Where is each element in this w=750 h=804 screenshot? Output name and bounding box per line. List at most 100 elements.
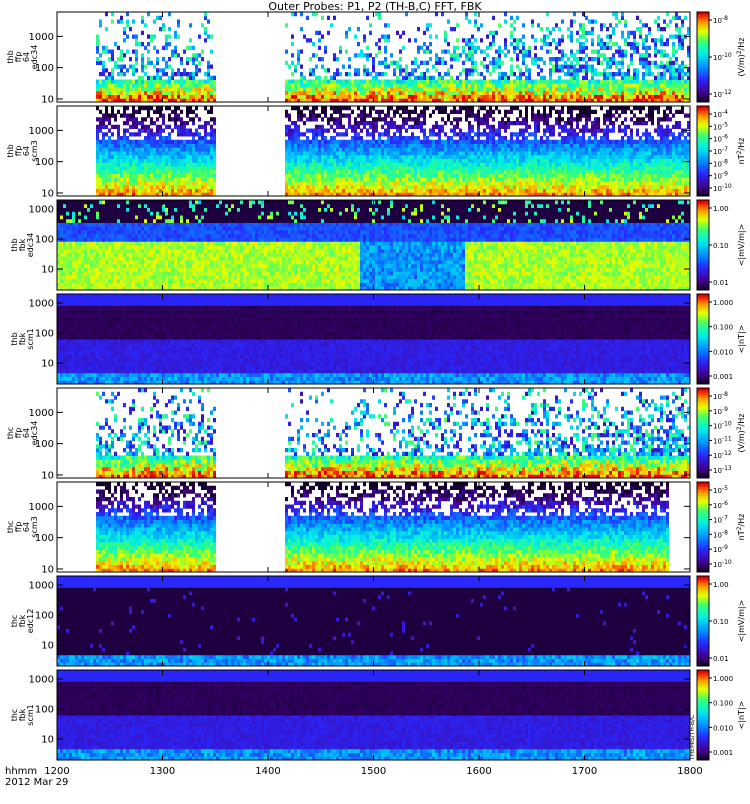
y-axis-label: thbfbkscm1 (10, 328, 35, 349)
y-tick-label: 100 (35, 611, 54, 622)
colorbar-unit-label: <|nT|> (737, 701, 746, 730)
spectrogram-image (57, 670, 690, 761)
y-axis-label: thbfbkedc34 (10, 233, 35, 258)
y-axis-label-line: edc34 (26, 233, 35, 258)
y-axis-label-line: edc34 (30, 45, 39, 70)
colorbar-unit-label: nT2/Hz (736, 514, 746, 541)
x-tick-label: 1800 (677, 766, 702, 777)
spectrogram-image (96, 106, 690, 197)
y-axis-label: thcffp64scm3 (6, 516, 39, 537)
y-tick-label: 1000 (29, 299, 54, 310)
colorbar: 1.00 0.10 0.01 (697, 576, 729, 667)
spectrogram-image (57, 294, 690, 385)
colorbar-tick-label: 10-8 (713, 158, 728, 168)
y-tick-label: 10 (41, 265, 54, 276)
x-axis-label-date: 2012 Mar 29 (5, 777, 68, 788)
y-tick-label: 1000 (29, 32, 54, 43)
y-axis-label-line: scm3 (30, 140, 39, 161)
colorbar-tick-label: 1.00 (713, 581, 729, 589)
colorbar-tick-label: 10-9 (713, 406, 728, 416)
spectrogram-image (57, 576, 690, 667)
y-axis-label: thcffp64edc34 (6, 421, 39, 446)
x-tick-label: 1700 (572, 766, 597, 777)
y-tick-label: 10 (41, 470, 54, 481)
colorbar-tick-label: 10-12 (713, 89, 732, 99)
y-tick-label: 1000 (29, 675, 54, 686)
colorbar-unit-label: nT2/Hz (736, 138, 746, 165)
colorbar-tick-label: 0.100 (713, 324, 733, 332)
colorbar-unit-label: <|mV/m|> (737, 224, 746, 267)
colorbar-unit-label: (V/m)2/Hz (736, 38, 746, 77)
colorbar-unit-text: (V/m)2/Hz (736, 38, 746, 77)
y-tick-label: 1000 (29, 126, 54, 137)
watermark-text: THEMIS/TH-B/C (689, 715, 696, 761)
y-axis-label-line: scm3 (30, 516, 39, 537)
colorbar-tick-label: 1.00 (713, 205, 729, 213)
panel-thc-fbk-scm1: 101001000thcfbkscm11.0000.1000.0100.001<… (10, 670, 746, 761)
y-tick-label: 10 (41, 564, 54, 575)
panel-thb-fbk-scm1: 101001000thbfbkscm11.0000.1000.0100.001<… (10, 294, 746, 385)
colorbar-tick-label: 10-8 (713, 529, 728, 539)
panel-thc-ffp-64-edc34: 101001000thcffp64edc3410-810-910-1010-11… (6, 388, 746, 481)
colorbar-tick-label: 0.010 (713, 348, 733, 356)
colorbar-tick-label: 10-10 (713, 183, 732, 193)
panels-layer: 101001000thbffp64edc3410-810-1010-12(V/m… (6, 12, 746, 761)
colorbar-tick-label: 10-4 (713, 109, 728, 119)
colorbar-unit-text: <|nT|> (737, 325, 746, 354)
spectrogram-image (96, 388, 690, 479)
colorbar-tick-label: 0.01 (713, 655, 729, 663)
colorbar-tick-label: 10-8 (713, 391, 728, 401)
panel-thb-ffp-64-scm3: 101001000thbffp64scm310-410-510-610-710-… (6, 106, 746, 199)
panel-thc-ffp-64-scm3: 101001000thcffp64scm310-510-610-710-810-… (6, 482, 746, 575)
y-axis-label: thbffp64scm3 (6, 140, 39, 161)
colorbar-tick-label: 10-11 (713, 435, 732, 445)
colorbar-tick-label: 10-5 (713, 121, 728, 131)
colorbar-tick-label: 0.10 (713, 618, 729, 626)
y-tick-label: 1000 (29, 502, 54, 513)
x-axis-label-unit: hhmm (5, 766, 37, 777)
y-tick-label: 1000 (29, 581, 54, 592)
colorbar-tick-label: 10-8 (713, 15, 728, 25)
colorbar: 10-510-610-710-810-910-10 (697, 482, 732, 573)
y-tick-label: 10 (41, 735, 54, 746)
colorbar-tick-label: 1.000 (713, 675, 733, 683)
x-tick-label: 1200 (44, 766, 69, 777)
x-tick-label: 1400 (255, 766, 280, 777)
y-tick-label: 1000 (29, 205, 54, 216)
colorbar-unit-label: <|mV/m|> (737, 600, 746, 643)
figure-title: Outer Probes: P1, P2 (TH-B,C) FFT, FBK (268, 0, 482, 13)
spectrogram-image (96, 482, 669, 573)
colorbar-unit-text: <|mV/m|> (737, 600, 746, 643)
y-tick-label: 10 (41, 641, 54, 652)
colorbar-tick-label: 10-7 (713, 515, 728, 525)
colorbar-tick-label: 1.000 (713, 299, 733, 307)
colorbar: 1.000 0.100 0.010 0.001 (697, 294, 733, 385)
colorbar-tick-label: 10-13 (713, 465, 732, 475)
y-axis-label-line: edc34 (30, 421, 39, 446)
y-axis-label: thcfbkscm1 (10, 704, 35, 725)
colorbar-tick-label: 10-7 (713, 146, 728, 156)
colorbar-tick-label: 10-9 (713, 544, 728, 554)
colorbar: 1.000.100.01 (697, 200, 729, 291)
colorbar-unit-text: nT2/Hz (736, 514, 746, 541)
colorbar-tick-label: 0.001 (713, 373, 733, 381)
panel-thb-fbk-edc34: 101001000thbfbkedc341.000.100.01<|mV/m|> (10, 200, 746, 291)
y-tick-label: 10 (41, 94, 54, 105)
colorbar-tick-label: 10-10 (713, 559, 732, 569)
x-tick-label: 1600 (466, 766, 491, 777)
y-axis-label-line: scm1 (26, 704, 35, 725)
colorbar-unit-text: nT2/Hz (736, 138, 746, 165)
colorbar-tick-label: 0.010 (713, 724, 733, 732)
watermark: THEMIS/TH-B/C (689, 715, 696, 761)
colorbar-tick-label: 0.001 (713, 749, 733, 757)
spectrogram-plot: Outer Probes: P1, P2 (TH-B,C) FFT, FBK 1… (0, 0, 750, 800)
colorbar-unit-label: <|nT|> (737, 325, 746, 354)
themis-spectrogram-figure: Outer Probes: P1, P2 (TH-B,C) FFT, FBK 1… (0, 0, 750, 800)
y-tick-label: 10 (41, 188, 54, 199)
spectrogram-image (57, 200, 690, 291)
colorbar-tick-label: 10-10 (713, 421, 732, 431)
panel-thc-fbk-edc12: 101001000thcfbkedc121.000.100.01<|mV/m|> (10, 576, 746, 667)
colorbar-tick-label: 10-9 (713, 171, 728, 181)
colorbar: 10-810-1010-12 (697, 12, 732, 103)
colorbar-tick-label: 0.100 (713, 700, 733, 708)
